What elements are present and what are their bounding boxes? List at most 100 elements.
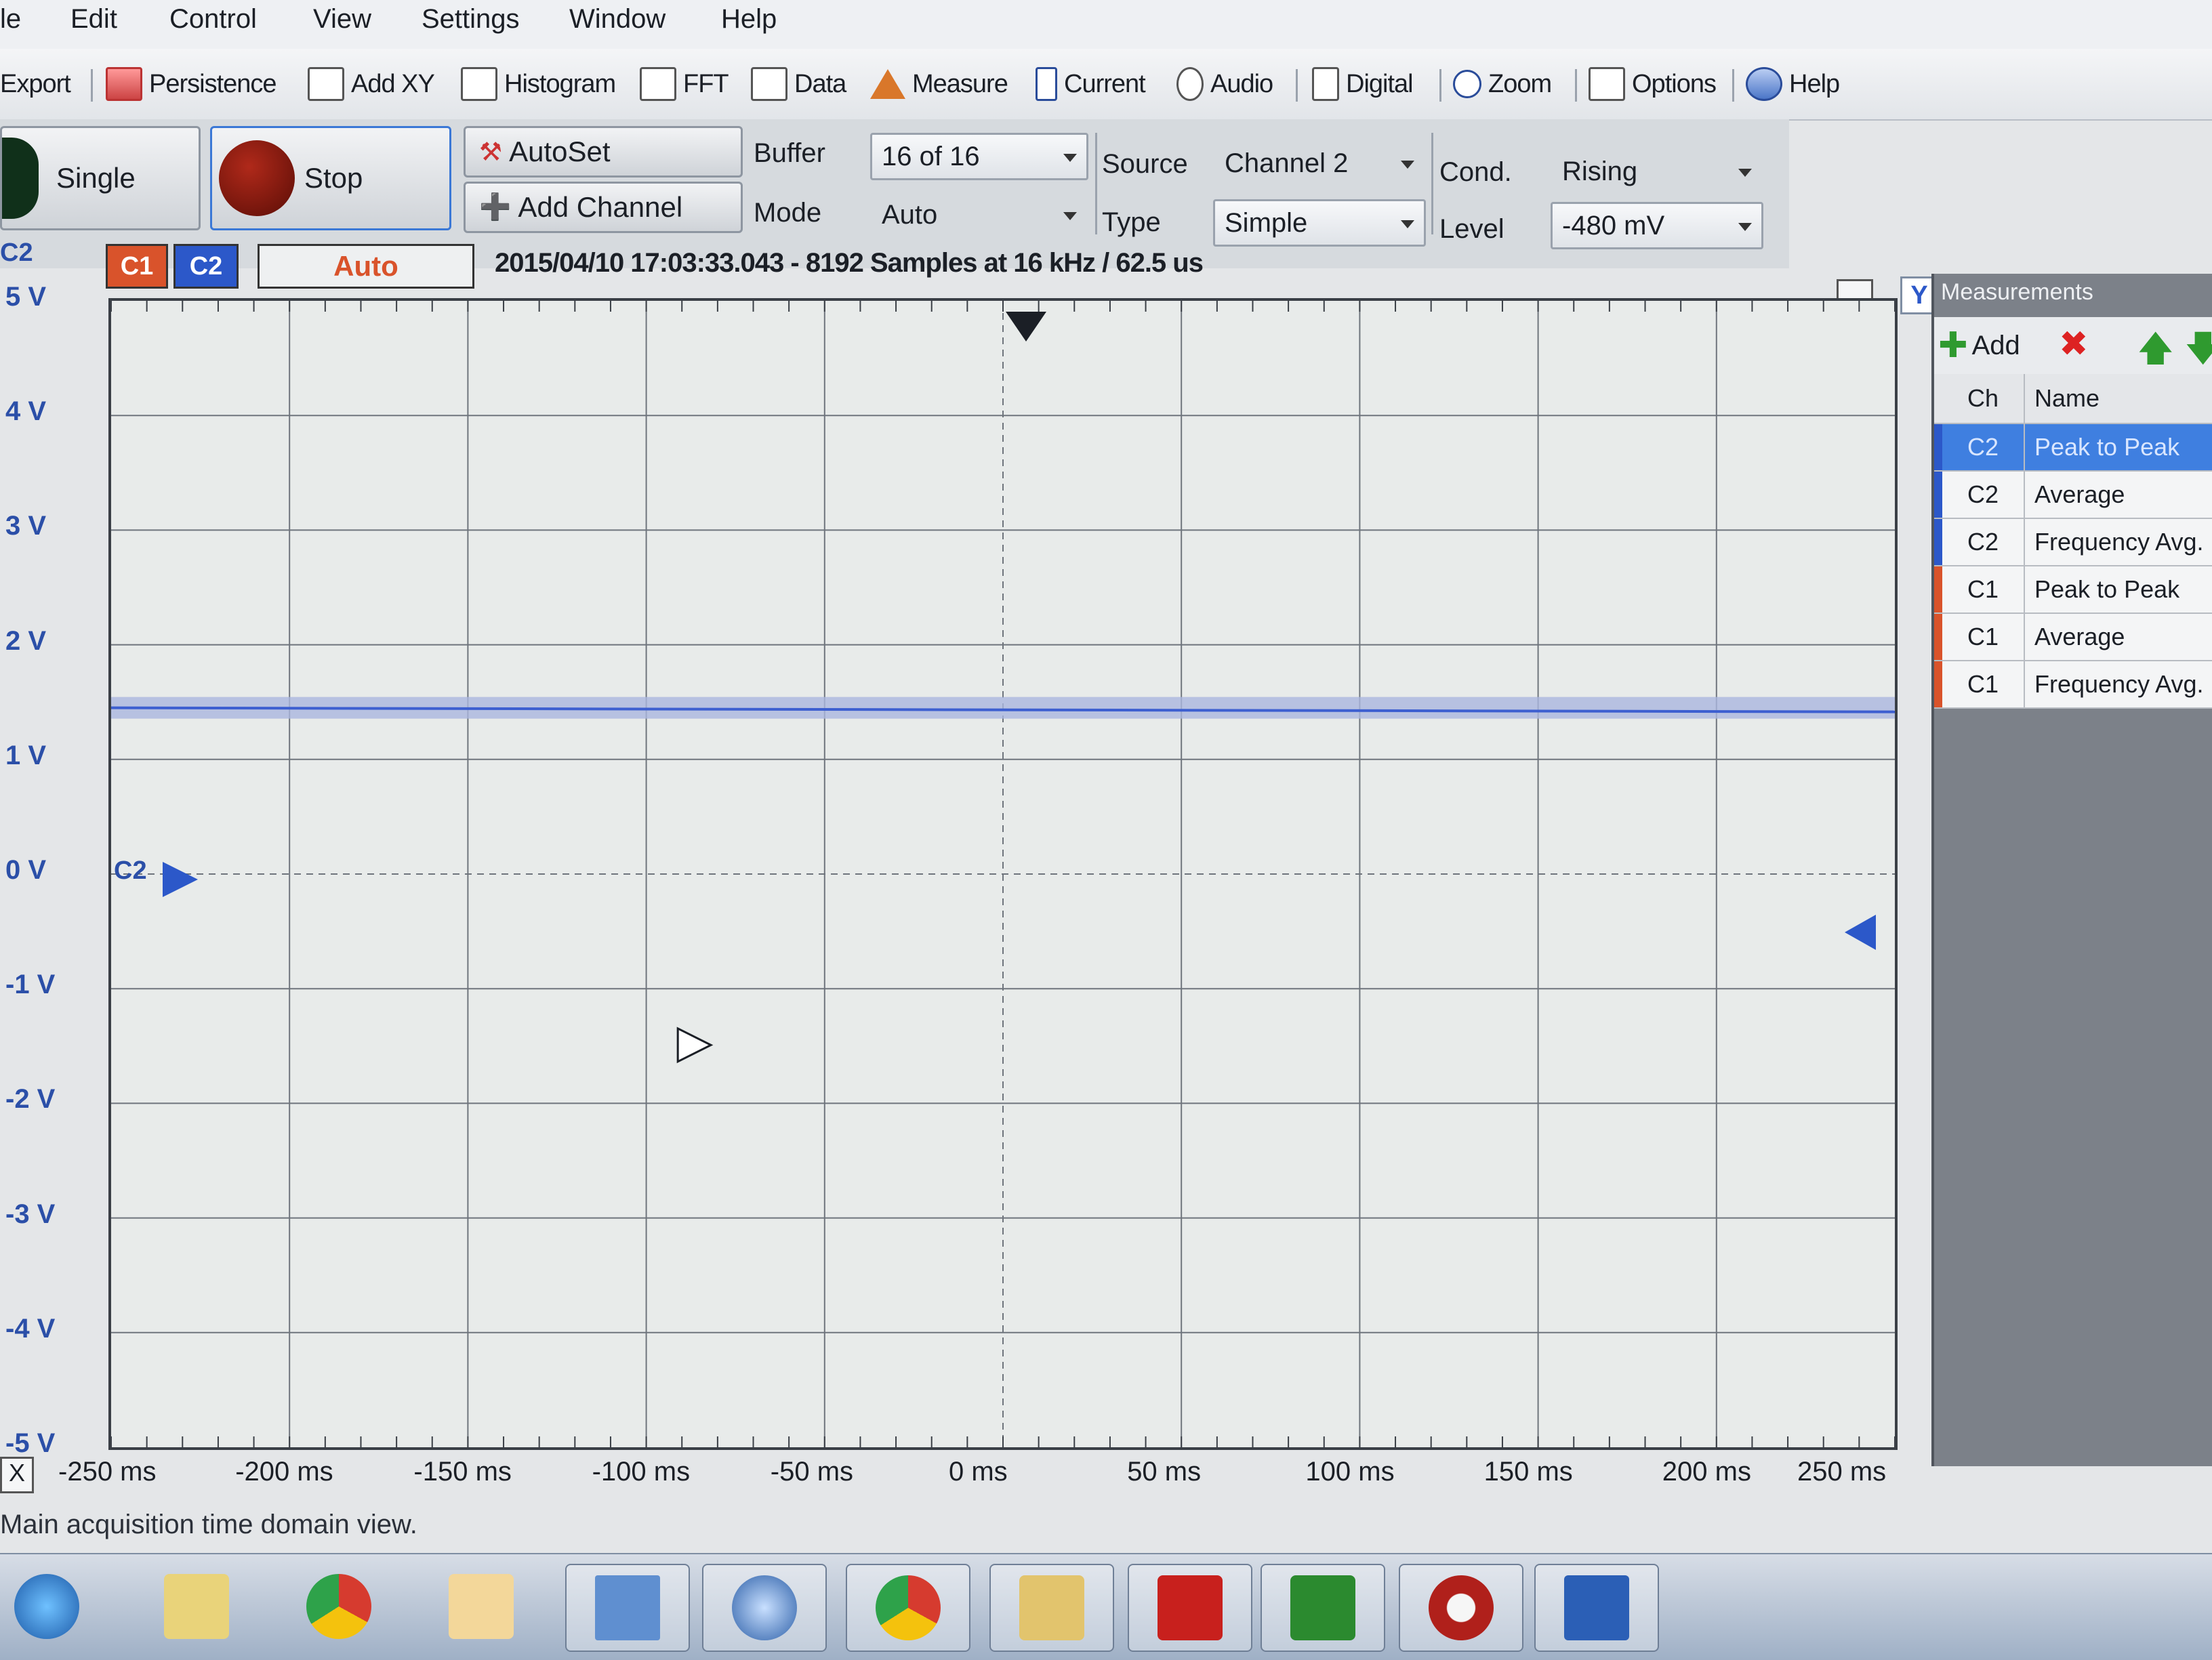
mouse-cursor-icon: ▶: [676, 1016, 712, 1067]
mplab-icon: [1429, 1575, 1494, 1640]
measurement-row[interactable]: C1 Peak to Peak: [1934, 566, 2212, 614]
y-tick-label: 2 V: [5, 625, 47, 656]
measurement-name: Average: [2034, 480, 2125, 508]
control-separator: [1431, 133, 1433, 234]
y-tick-label: -2 V: [5, 1084, 56, 1115]
y-tick-label: -3 V: [5, 1199, 56, 1229]
taskbar-word[interactable]: [1534, 1564, 1659, 1652]
type-value: Simple: [1225, 207, 1308, 238]
current-button[interactable]: Current: [1036, 61, 1146, 107]
x-tick-label: -100 ms: [592, 1457, 691, 1487]
folder-icon: [1019, 1575, 1084, 1640]
taskbar-file-explorer[interactable]: [136, 1564, 258, 1649]
x-tick-label: -200 ms: [235, 1457, 333, 1487]
measurement-row[interactable]: C2 Average: [1934, 472, 2212, 519]
toolbar-separator: [1732, 69, 1734, 102]
chevron-down-icon: [1738, 223, 1752, 231]
trigger-position-marker[interactable]: [1006, 312, 1046, 341]
c1-channel-button[interactable]: C1: [106, 244, 168, 289]
menu-file[interactable]: le: [0, 4, 21, 35]
buffer-select[interactable]: 16 of 16: [870, 133, 1088, 180]
control-separator: [1095, 133, 1097, 234]
measurement-row[interactable]: C1 Average: [1934, 614, 2212, 661]
taskbar-chrome-2[interactable]: [846, 1564, 970, 1652]
taskbar-acrobat[interactable]: [1128, 1564, 1252, 1652]
autoset-label: AutoSet: [509, 136, 611, 167]
c2-offset-marker[interactable]: [163, 862, 198, 897]
add-measurement-button[interactable]: ✚ Add: [1938, 325, 2020, 366]
x-tick-label: 250 ms: [1797, 1457, 1887, 1487]
measurement-name: Frequency Avg.: [2034, 670, 2204, 698]
x-tick-label: -250 ms: [58, 1457, 157, 1487]
measurement-name: Peak to Peak: [2034, 575, 2180, 603]
mode-label: Mode: [754, 198, 822, 228]
x-tick-label: 50 ms: [1127, 1457, 1202, 1487]
digital-button[interactable]: Digital: [1312, 61, 1414, 107]
trigger-level-marker[interactable]: [1845, 915, 1876, 950]
cond-select[interactable]: Rising: [1551, 148, 1763, 195]
taskbar-capture[interactable]: [565, 1564, 690, 1652]
options-button[interactable]: Options: [1589, 61, 1717, 107]
waveforms-icon: [1290, 1575, 1355, 1640]
source-value: Channel 2: [1225, 148, 1349, 178]
digital-icon: [1312, 67, 1339, 101]
help-button[interactable]: Help: [1746, 61, 1840, 107]
taskbar-mplab[interactable]: [1399, 1564, 1523, 1652]
measurement-channel: C2: [1942, 472, 2025, 518]
mode-select[interactable]: Auto: [870, 191, 1088, 238]
fft-button[interactable]: FFT: [640, 61, 729, 107]
add-channel-button[interactable]: ➕ Add Channel: [464, 182, 743, 233]
persistence-button[interactable]: Persistence: [106, 61, 277, 107]
channel-color-strip: [1934, 472, 1942, 518]
menu-window[interactable]: Window: [569, 4, 665, 35]
delete-measurement-icon[interactable]: ✖: [2059, 324, 2089, 365]
single-button[interactable]: Single: [0, 126, 201, 230]
persistence-icon: [106, 67, 142, 101]
measurement-row[interactable]: C1 Frequency Avg.: [1934, 661, 2212, 709]
mode-value: Auto: [882, 199, 938, 230]
x-axis-button[interactable]: X: [0, 1457, 34, 1493]
menu-help[interactable]: Help: [721, 4, 777, 35]
chevron-down-icon: [1738, 169, 1752, 177]
measurement-channel: C2: [1942, 519, 2025, 565]
taskbar: [0, 1553, 2212, 1660]
add-xy-button[interactable]: Add XY: [308, 61, 435, 107]
histogram-label: Histogram: [504, 69, 616, 98]
menu-settings[interactable]: Settings: [422, 4, 520, 35]
buffer-label: Buffer: [754, 138, 825, 168]
taskbar-thunderbird[interactable]: [702, 1564, 827, 1652]
chevron-down-icon: [1401, 220, 1414, 228]
histogram-button[interactable]: Histogram: [461, 61, 616, 107]
measurement-row[interactable]: C2 Frequency Avg.: [1934, 519, 2212, 566]
taskbar-email[interactable]: [420, 1564, 542, 1649]
chevron-down-icon: [1063, 154, 1077, 162]
taskbar-chrome[interactable]: [278, 1564, 400, 1649]
measurements-header-row: Ch Name: [1934, 374, 2212, 424]
channel-color-strip: [1934, 424, 1942, 470]
start-button[interactable]: [3, 1564, 91, 1649]
measure-icon: [870, 69, 905, 99]
c2-offset-label: C2: [114, 856, 147, 885]
measure-button[interactable]: Measure: [870, 61, 1008, 107]
menu-edit[interactable]: Edit: [70, 4, 117, 35]
export-button[interactable]: Export: [0, 61, 71, 107]
autoset-button[interactable]: ⚒ AutoSet: [464, 126, 743, 178]
measurement-row[interactable]: C2 Peak to Peak: [1934, 424, 2212, 472]
taskbar-folder[interactable]: [989, 1564, 1114, 1652]
menu-control[interactable]: Control: [169, 4, 257, 35]
taskbar-waveforms[interactable]: [1261, 1564, 1385, 1652]
source-select[interactable]: Channel 2: [1213, 140, 1426, 187]
menu-view[interactable]: View: [313, 4, 371, 35]
measure-label: Measure: [912, 69, 1008, 98]
current-label: Current: [1064, 69, 1146, 98]
y-tick-label: -1 V: [5, 970, 56, 1000]
acrobat-icon: [1158, 1575, 1223, 1640]
c2-channel-button[interactable]: C2: [173, 244, 239, 289]
data-button[interactable]: Data: [751, 61, 846, 107]
type-label: Type: [1102, 207, 1161, 237]
audio-button[interactable]: Audio: [1176, 61, 1273, 107]
single-label: Single: [56, 162, 136, 194]
zoom-button[interactable]: Zoom: [1453, 61, 1552, 107]
stop-button[interactable]: Stop: [210, 126, 451, 230]
email-icon: [449, 1574, 514, 1639]
